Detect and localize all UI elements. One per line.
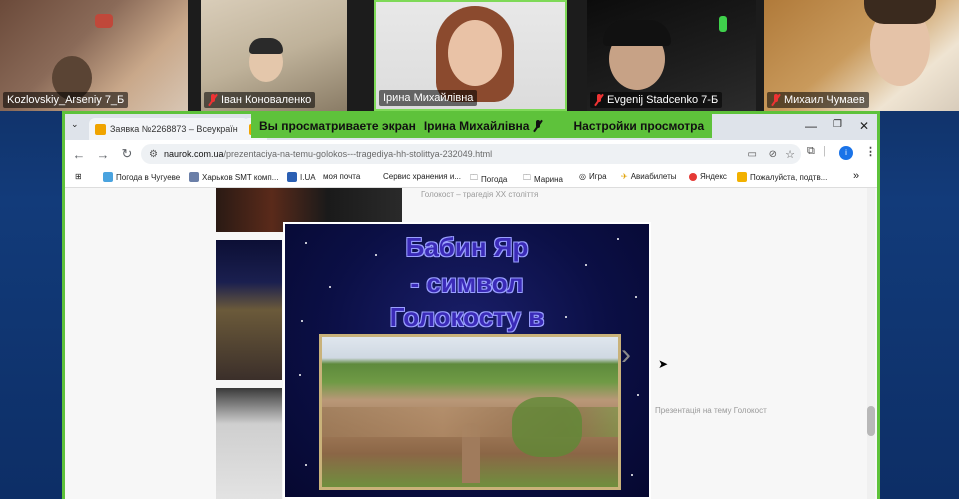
site-icon (189, 172, 199, 182)
bookmark-star-icon[interactable]: ☆ (785, 148, 795, 161)
browser-titlebar: ⌄ Заявка №2268873 – Всеукраїн ✕ Вы просм… (65, 114, 877, 140)
reload-icon[interactable]: ↻ (115, 146, 139, 162)
participant-name: Evgenij Stadcenko 7-Б (590, 92, 723, 108)
extensions-icon[interactable]: ⧉ (807, 145, 815, 158)
url-path: /prezentaciya-na-temu-golokos---tragediy… (223, 149, 493, 159)
view-settings-button[interactable]: Настройки просмотра (573, 119, 704, 133)
bookmark-item[interactable]: ✈ Авиабилеты (621, 172, 677, 181)
mic-off-icon (594, 94, 604, 106)
presentation-slide[interactable]: Бабин Яр - символ Голокосту в (283, 222, 651, 499)
bookmark-item[interactable]: Сервис хранения и... (383, 172, 461, 181)
page-faded-text: Презентація на тему Голокост (655, 406, 767, 415)
cast-icon[interactable]: ▭ (748, 149, 757, 160)
hair (864, 0, 936, 24)
url-domain: naurok.com.ua (163, 149, 224, 159)
slide-title-line: - символ (410, 268, 524, 298)
participant-name: Ірина Михайлівна (379, 90, 478, 106)
scrollbar-thumb[interactable] (867, 406, 875, 436)
bookmarks-bar: ⊞ Погода в Чугуеве Харьков SMT комп... I… (65, 168, 877, 188)
slide-title-line: Голокосту в (389, 302, 545, 332)
share-banner-text: Вы просматриваете экран (259, 119, 416, 133)
mic-off-icon (771, 94, 781, 106)
forward-icon[interactable]: → (91, 147, 115, 162)
presentation-thumbnail[interactable] (216, 388, 282, 499)
browser-tab[interactable]: Заявка №2268873 – Всеукраїн ✕ (89, 118, 249, 140)
video-call-screen: Kozlovskiy_Arseniy 7_Б Іван Коноваленко … (0, 0, 959, 499)
bookmark-item[interactable]: Харьков SMT комп... (189, 172, 278, 182)
site-info-icon[interactable]: ⚙ (149, 149, 158, 160)
menu-kebab-icon[interactable]: ⋮ (865, 145, 876, 158)
participant-tile[interactable]: Kozlovskiy_Arseniy 7_Б (0, 0, 188, 111)
bookmark-item[interactable]: моя почта (323, 172, 360, 181)
folder-icon: 🗀 (523, 173, 531, 182)
bushes (512, 397, 582, 457)
mic-off-icon (208, 94, 218, 106)
slide-photo-ravine (319, 334, 621, 490)
decor (95, 14, 113, 28)
share-banner-presenter: Ірина Михайлівна (423, 119, 530, 133)
participant-strip: Kozlovskiy_Arseniy 7_Б Іван Коноваленко … (0, 0, 959, 111)
bookmark-item[interactable]: I.UA (287, 172, 316, 182)
yandex-icon (689, 172, 697, 181)
hair (249, 38, 283, 54)
star (305, 464, 307, 466)
bookmarks-more-button[interactable]: » (853, 170, 859, 182)
participant-video (448, 20, 502, 86)
bookmark-item[interactable]: 🗀 Марина (523, 172, 563, 186)
participant-tile[interactable]: Іван Коноваленко (201, 0, 347, 111)
participant-tile[interactable]: Михаил Чумаев (764, 0, 959, 111)
site-icon (737, 172, 747, 182)
apps-grid-icon[interactable]: ⊞ (75, 172, 82, 181)
bookmark-item[interactable]: ◎ Игра (579, 172, 607, 181)
participant-name: Kozlovskiy_Arseniy 7_Б (3, 92, 129, 108)
participant-tile-presenter[interactable]: Ірина Михайлівна (374, 0, 567, 111)
back-icon[interactable]: ← (67, 147, 91, 162)
toolbar-divider: | (823, 145, 826, 157)
participant-tile[interactable]: Evgenij Stadcenko 7-Б (587, 0, 756, 111)
slide-title-line: Бабин Яр (405, 232, 529, 262)
star (637, 394, 639, 396)
shared-screen: ⌄ Заявка №2268873 – Всеукраїн ✕ Вы просм… (62, 111, 880, 499)
participant-name: Михаил Чумаев (767, 92, 869, 108)
profile-avatar[interactable]: і (839, 146, 853, 160)
tab-favicon-icon (95, 123, 106, 135)
iua-icon (287, 172, 297, 182)
maximize-icon[interactable]: ❐ (833, 119, 842, 130)
tab-search-icon[interactable]: ⌄ (71, 119, 79, 130)
presentation-thumbnail[interactable] (216, 240, 282, 380)
star (631, 474, 633, 476)
tab-label: Заявка №2268873 – Всеукраїн (110, 124, 238, 134)
plane-icon: ✈ (621, 172, 628, 181)
star (299, 374, 301, 376)
weather-icon (103, 172, 113, 182)
star (585, 264, 587, 266)
headphones (603, 20, 671, 46)
game-icon: ◎ (579, 172, 586, 181)
bookmark-item[interactable]: 🗀 Погода (470, 172, 507, 186)
mic-off-icon (533, 120, 543, 132)
bookmark-item[interactable]: Пожалуйста, подтв... (737, 172, 827, 182)
bookmark-item[interactable]: Яндекс (689, 172, 727, 181)
next-slide-chevron-icon[interactable]: › (621, 338, 631, 372)
participant-name: Іван Коноваленко (204, 92, 316, 108)
folder-icon: 🗀 (470, 173, 478, 182)
bookmark-item[interactable]: Погода в Чугуеве (103, 172, 180, 182)
led (719, 16, 727, 32)
page-scrollbar[interactable] (867, 188, 875, 499)
mouse-cursor-icon: ➤ (658, 357, 669, 371)
close-window-icon[interactable]: ✕ (859, 119, 869, 133)
eye-off-icon[interactable]: ⊘ (769, 149, 777, 160)
browser-toolbar: ← → ↻ ⚙ naurok.com.ua/prezentaciya-na-te… (65, 140, 877, 168)
address-bar[interactable]: ⚙ naurok.com.ua/prezentaciya-na-temu-gol… (141, 144, 801, 164)
minimize-icon[interactable]: — (805, 119, 817, 133)
screen-share-banner: Вы просматриваете экран Ірина Михайлівна… (251, 114, 713, 138)
page-faded-heading: Голокост – трагедія ХХ століття (421, 190, 539, 199)
